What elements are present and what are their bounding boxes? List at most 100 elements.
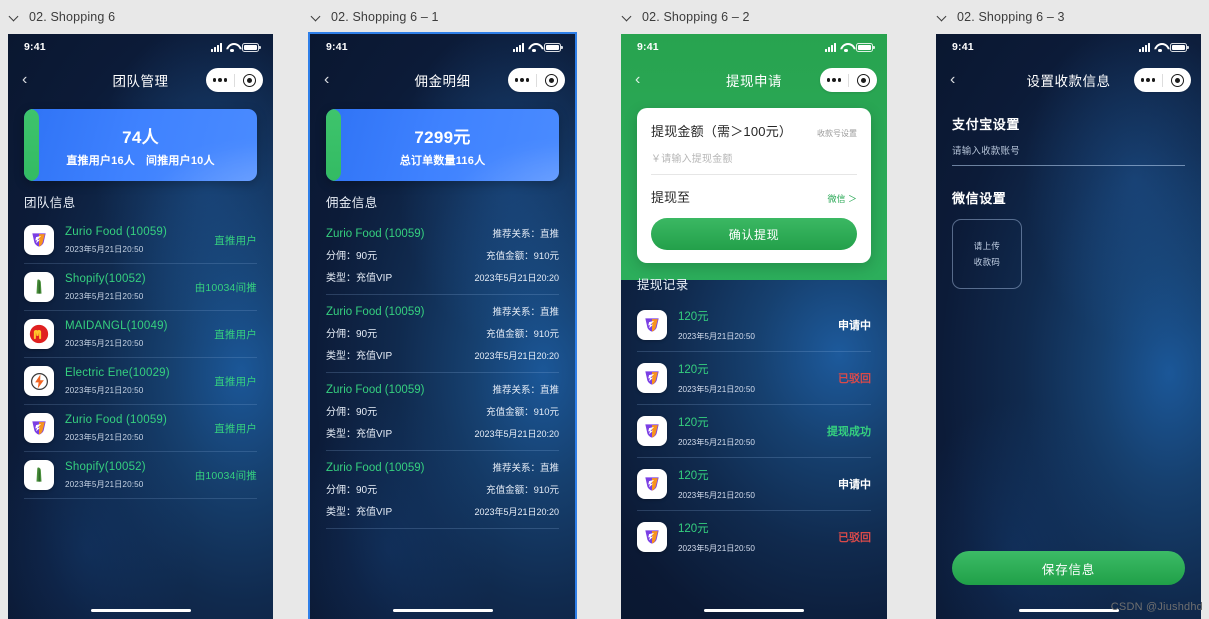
nav-bar: ‹ 团队管理 (8, 60, 273, 100)
withdraw-amount: 120元 (678, 523, 709, 535)
table-row[interactable]: Shopify(10052) 2023年5月21日20:50 由10034间推 (24, 264, 257, 311)
account-settings-link[interactable]: 收款号设置 (817, 128, 857, 139)
miniprogram-capsule[interactable] (206, 68, 263, 92)
green-accent-tab (326, 109, 341, 181)
row-info: Shopify(10052) 2023年5月21日20:50 (65, 461, 184, 490)
withdraw-amount: 120元 (678, 364, 709, 376)
back-button[interactable]: ‹ (324, 72, 342, 88)
table-row[interactable]: Zurio Food (10059) 2023年5月21日20:50 直推用户 (24, 405, 257, 452)
zurio-food-icon (24, 413, 54, 443)
table-row[interactable]: Shopify(10052) 2023年5月21日20:50 由10034间推 (24, 452, 257, 499)
artboard-shopping-6: 02. Shopping 6 9:41 ‹ 团队管理 74人 直推用户16人 间… (8, 0, 273, 619)
battery-icon (856, 42, 875, 52)
withdraw-destination-row[interactable]: 提现至 微信 ＞ (651, 187, 857, 206)
status-bar: 9:41 (8, 34, 273, 60)
artboard-label-3[interactable]: 02. Shopping 6 – 2 (621, 0, 887, 34)
row-info: Electric Ene(10029) 2023年5月21日20:50 (65, 367, 203, 396)
list-item[interactable]: 120元 2023年5月21日20:50 提现成功 (637, 405, 871, 458)
order-date: 2023年5月21日20:20 (474, 429, 559, 439)
back-button[interactable]: ‹ (22, 72, 40, 88)
maidangl-icon (24, 319, 54, 349)
summary-card-wrap: 74人 直推用户16人 间推用户10人 (8, 100, 273, 181)
more-icon[interactable] (508, 77, 536, 83)
withdraw-to-label: 提现至 (651, 190, 691, 205)
wifi-icon (1154, 43, 1166, 52)
table-row[interactable]: Zurio Food (10059) 推荐关系：直推 分佣：90元 充值金额：910… (326, 373, 559, 451)
close-target-icon[interactable] (1163, 73, 1191, 87)
signal-icon (512, 42, 524, 52)
upload-qr-button[interactable]: 请上传 收款码 (952, 219, 1022, 289)
more-icon[interactable] (1134, 77, 1162, 83)
direct-users-value: 16人 (111, 154, 135, 167)
withdraw-amount-input[interactable]: ￥请输入提现金额 (651, 150, 857, 175)
user-name: Zurio Food (10059) (326, 384, 425, 396)
zurio-food-icon (24, 225, 54, 255)
order-count-line: 总订单数量116人 (400, 152, 486, 168)
summary-card-wrap: 7299元 总订单数量116人 (310, 100, 575, 181)
artboard-title: 02. Shopping 6 – 3 (957, 10, 1065, 24)
commission-summary-card: 7299元 总订单数量116人 (326, 109, 559, 181)
chevron-down-icon[interactable] (623, 12, 633, 22)
chevron-down-icon[interactable] (312, 12, 322, 22)
team-summary-card: 74人 直推用户16人 间推用户10人 (24, 109, 257, 181)
zurio-food-icon (637, 310, 667, 340)
withdraw-record-list: 120元 2023年5月21日20:50 申请中 120元 2023年5月21日… (621, 299, 887, 563)
order-date: 2023年5月21日20:20 (474, 273, 559, 283)
table-row[interactable]: Zurio Food (10059) 2023年5月21日20:50 直推用户 (24, 217, 257, 264)
status-time: 9:41 (637, 41, 659, 53)
nav-bar: ‹ 设置收款信息 (936, 60, 1201, 100)
order-type: 类型：充值VIP (326, 507, 393, 518)
list-item[interactable]: 120元 2023年5月21日20:50 已驳回 (637, 352, 871, 405)
close-target-icon[interactable] (849, 73, 877, 87)
home-indicator (1018, 608, 1119, 612)
back-button[interactable]: ‹ (635, 72, 653, 88)
artboard-title: 02. Shopping 6 – 2 (642, 10, 750, 24)
more-icon[interactable] (820, 77, 848, 83)
settings-form: 支付宝设置 请输入收款账号 微信设置 请上传 收款码 (936, 100, 1201, 289)
table-row[interactable]: Electric Ene(10029) 2023年5月21日20:50 直推用户 (24, 358, 257, 405)
battery-icon (1170, 42, 1189, 52)
miniprogram-capsule[interactable] (820, 68, 877, 92)
close-target-icon[interactable] (537, 73, 565, 87)
artboard-label-2[interactable]: 02. Shopping 6 – 1 (310, 0, 575, 34)
back-button[interactable]: ‹ (950, 72, 968, 88)
status-badge: 已驳回 (838, 373, 871, 385)
status-icons (512, 42, 563, 52)
wifi-icon (226, 43, 238, 52)
withdraw-form-card: 提现金额（需＞100元） 收款号设置 ￥请输入提现金额 提现至 微信 ＞ 确认提… (637, 108, 871, 263)
phone-screen-team-management: 9:41 ‹ 团队管理 74人 直推用户16人 间推用户10人 团队信息 Zur… (8, 34, 273, 619)
order-type: 类型：充值VIP (326, 351, 393, 362)
alipay-account-input[interactable]: 请输入收款账号 (952, 143, 1185, 166)
table-row[interactable]: Zurio Food (10059) 推荐关系：直推 分佣：90元 充值金额：910… (326, 295, 559, 373)
list-item[interactable]: 120元 2023年5月21日20:50 申请中 (637, 458, 871, 511)
watermark: CSDN @Jiushdhd (1110, 601, 1203, 613)
chevron-down-icon[interactable] (10, 12, 20, 22)
list-item[interactable]: 120元 2023年5月21日20:50 申请中 (637, 299, 871, 352)
save-button[interactable]: 保存信息 (952, 551, 1185, 585)
row-info: Zurio Food (10059) 2023年5月21日20:50 (65, 414, 203, 443)
screen-body: 提现金额（需＞100元） 收款号设置 ￥请输入提现金额 提现至 微信 ＞ 确认提… (621, 100, 887, 619)
wechat-section-label: 微信设置 (952, 191, 1007, 206)
withdraw-date: 2023年5月21日20:50 (678, 544, 755, 553)
withdraw-card-header: 提现金额（需＞100元） 收款号设置 (651, 121, 857, 140)
status-badge: 申请中 (838, 479, 871, 491)
status-icons (210, 42, 261, 52)
artboard-label-1[interactable]: 02. Shopping 6 (8, 0, 273, 34)
miniprogram-capsule[interactable] (508, 68, 565, 92)
chevron-down-icon[interactable] (938, 12, 948, 22)
withdraw-to-value[interactable]: 微信 ＞ (827, 192, 857, 205)
table-row[interactable]: Zurio Food (10059) 推荐关系：直推 分佣：90元 充值金额：910… (326, 451, 559, 529)
status-time: 9:41 (24, 41, 46, 53)
table-row[interactable]: MAIDANGL(10049) 2023年5月21日20:50 直推用户 (24, 311, 257, 358)
artboard-label-4[interactable]: 02. Shopping 6 – 3 (936, 0, 1201, 34)
green-accent-tab (24, 109, 39, 181)
user-name: Zurio Food (10059) (326, 228, 425, 240)
close-target-icon[interactable] (235, 73, 263, 87)
list-item[interactable]: 120元 2023年5月21日20:50 已驳回 (637, 511, 871, 563)
confirm-withdraw-button[interactable]: 确认提现 (651, 218, 857, 250)
miniprogram-capsule[interactable] (1134, 68, 1191, 92)
more-icon[interactable] (206, 77, 234, 83)
withdraw-amount-label: 提现金额（需＞100元） (651, 124, 793, 139)
table-row[interactable]: Zurio Food (10059) 推荐关系：直推 分佣：90元 充值金额：910… (326, 217, 559, 295)
screen-body: 7299元 总订单数量116人 佣金信息 Zurio Food (10059) 推… (310, 100, 575, 619)
